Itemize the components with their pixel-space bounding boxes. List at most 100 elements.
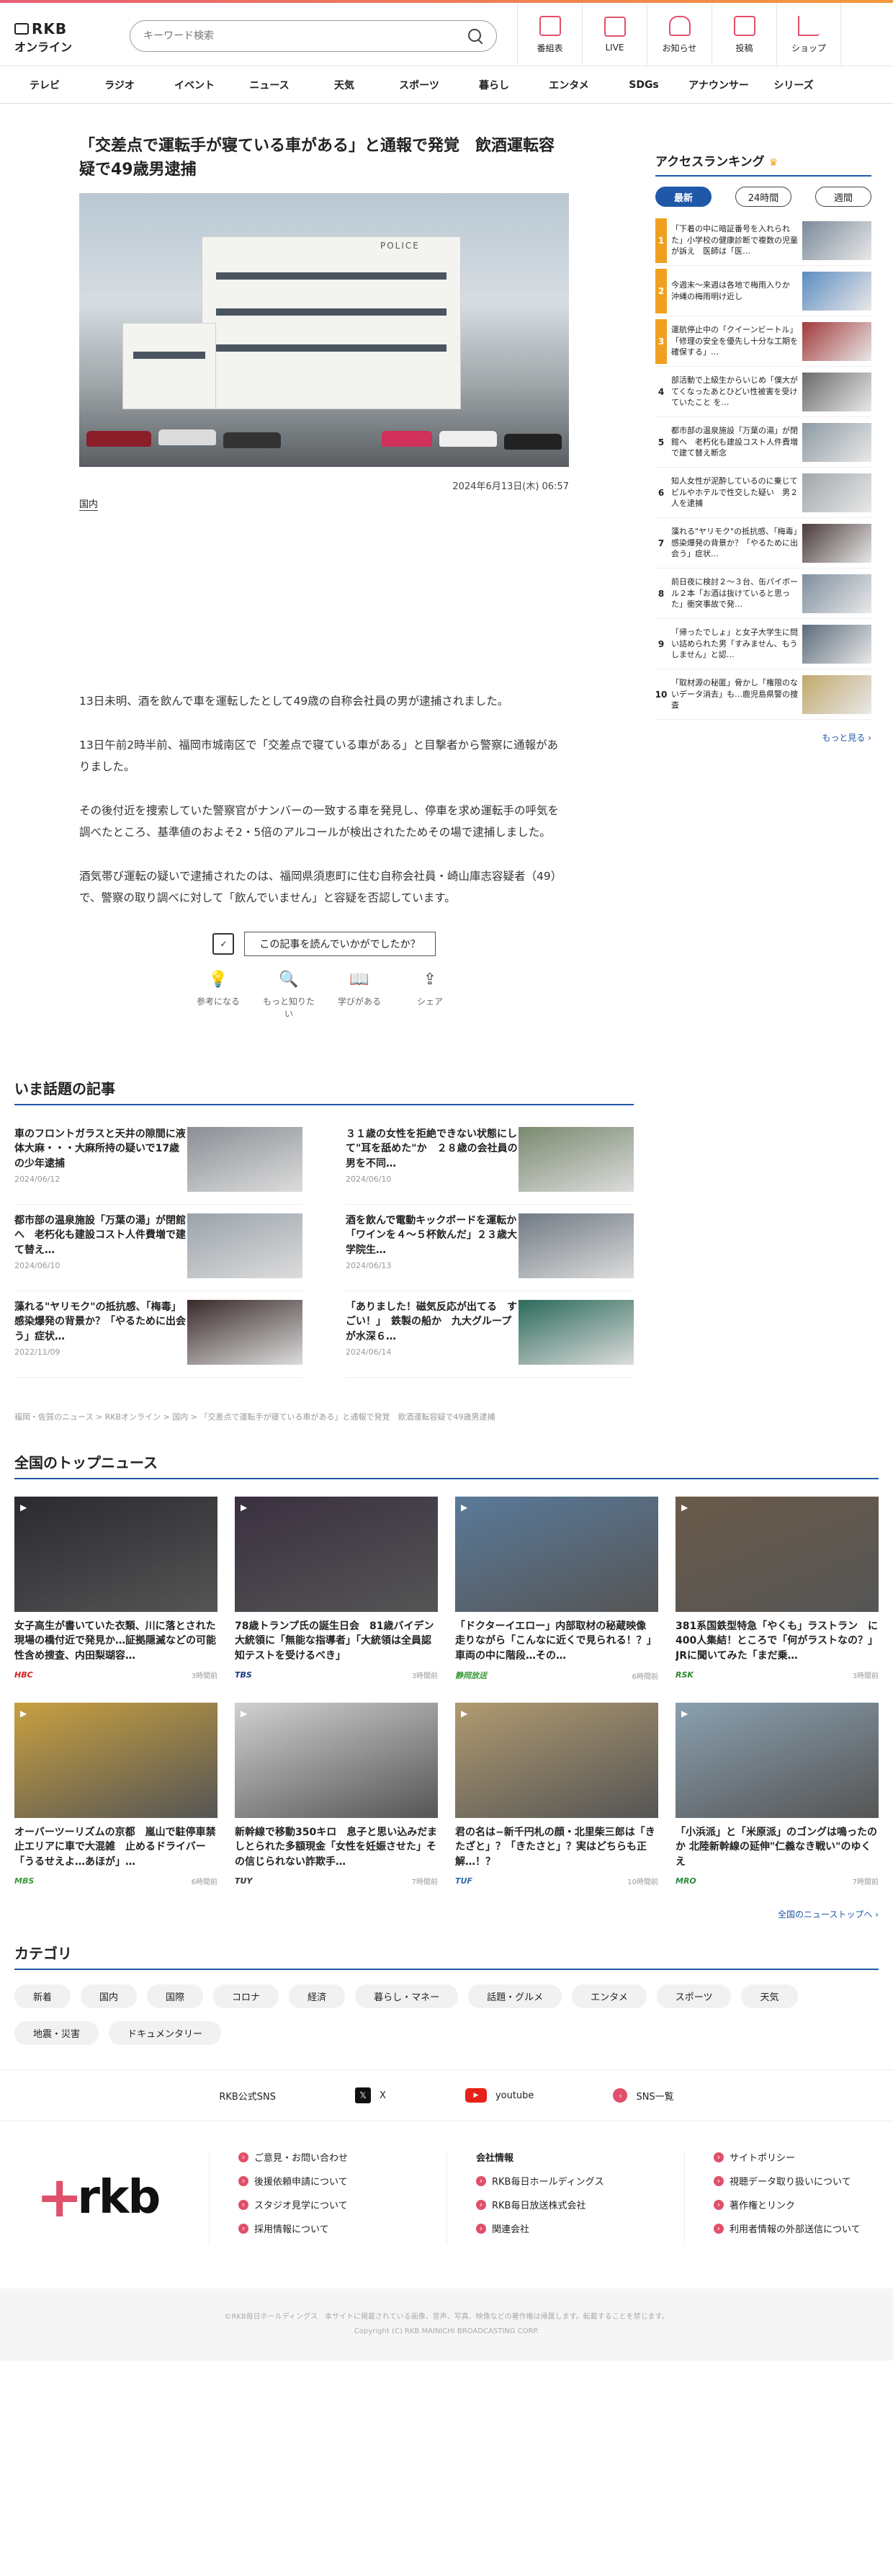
ranking-item[interactable]: 1 「下着の中に暗証番号を入れられた」小学校の健康診断で複数の児童が訴え 医師は「… <box>655 215 871 266</box>
footer-link[interactable]: ご意見・お問い合わせ <box>238 2150 418 2164</box>
national-more-link[interactable]: 全国のニューストップへ › <box>14 1908 879 1920</box>
category-nav-item[interactable]: ラジオ <box>82 78 157 92</box>
site-footer: +rkb ご意見・お問い合わせ後援依頼申請についてスタジオ見学について採用情報に… <box>0 2121 893 2288</box>
header-nav-pencil[interactable]: 投稿 <box>712 3 776 66</box>
national-headline: 381系国鉄型特急「やくも」ラストラン に400人集結！ところで「何がラストなの… <box>676 1621 878 1662</box>
trending-text-block: 「ありました！磁気反応が出てる すごい！」 鉄製の船か 九大グループが水深６… 2… <box>346 1300 519 1368</box>
footer-link[interactable]: サイトポリシー <box>714 2150 893 2164</box>
footer-link[interactable]: RKB毎日ホールディングス <box>476 2174 655 2188</box>
category-nav-item[interactable]: エンタメ <box>531 78 606 92</box>
category-nav-item[interactable]: SDGs <box>606 79 681 91</box>
header-nav-bell[interactable]: お知らせ <box>647 3 712 66</box>
category-chip[interactable]: 国際 <box>147 1984 204 2009</box>
play-icon: ▶ <box>681 1502 688 1513</box>
trending-item[interactable]: 車のフロントガラスと天井の隙間に液体大麻・・・大麻所持の疑いで17歳の少年逮捕 2… <box>14 1118 302 1205</box>
ranking-more-link[interactable]: もっと見る › <box>655 731 871 744</box>
reaction-magnifier-button[interactable]: 🔍 もっと知りたい <box>260 971 318 1020</box>
trending-headline: 酒を飲んで電動キックボードを運転か 「ワインを４〜５杯飲んだ」２３歳大学院生… <box>346 1215 526 1256</box>
category-chip[interactable]: 話題・グルメ <box>468 1984 562 2009</box>
sns-youtube-link[interactable]: ▶ youtube <box>465 2088 534 2103</box>
ranking-item[interactable]: 4 部活動で上級生からいじめ「僕大がてくなったあとひどい性被害を受けていたこと を… <box>655 367 871 417</box>
ranking-item[interactable]: 7 藻れる"ヤリモク"の抵抗感、「梅毒」感染爆発の背景か？「やるために出会う」症状… <box>655 518 871 569</box>
header-nav-calendar[interactable]: 番組表 <box>517 3 582 66</box>
header-nav-cart[interactable]: ショップ <box>776 3 841 66</box>
search-icon[interactable] <box>467 28 483 44</box>
trending-item[interactable]: 藻れる"ヤリモク"の抵抗感、「梅毒」感染爆発の背景か？「やるために出会う」症状…… <box>14 1291 302 1378</box>
category-nav-item[interactable]: スポーツ <box>382 78 457 92</box>
national-news-card[interactable]: ▶ 女子高生が書いていた衣類、川に落とされた現場の橋付近で発見か…証拠隠滅などの可… <box>14 1497 217 1681</box>
article-body: 13日未明、酒を飲んで車を運転したとして49歳の自称会社員の男が逮捕されました。… <box>79 691 569 909</box>
sns-x-link[interactable]: 𝕏X <box>355 2087 386 2104</box>
reaction-book-button[interactable]: 📖 学びがある <box>331 971 388 1020</box>
ranking-tab[interactable]: 24時間 <box>735 187 791 207</box>
ranking-item[interactable]: 9 「帰ったでしょ」と女子大学生に問い詰められた男「すみません、もうしません」と認… <box>655 619 871 669</box>
national-news-card[interactable]: ▶ 新幹線で移動350キロ 息子と思い込みだましとられた多額現金「女性を妊娠させた… <box>235 1703 438 1886</box>
ranking-tab[interactable]: 週間 <box>815 187 871 207</box>
footer-link[interactable]: 著作権とリンク <box>714 2198 893 2211</box>
category-nav-item[interactable]: イベント <box>157 78 232 92</box>
trending-title: いま話題の記事 <box>14 1077 634 1106</box>
footer-link[interactable]: 採用情報について <box>238 2221 418 2235</box>
x-icon: 𝕏 <box>355 2087 372 2104</box>
category-chip[interactable]: スポーツ <box>656 1984 732 2009</box>
play-icon: ▶ <box>461 1502 468 1513</box>
trending-item[interactable]: 都市部の温泉施設「万葉の湯」が閉館へ 老朽化も建設コスト人件費増で建て替え… 20… <box>14 1205 302 1292</box>
national-news-card[interactable]: ▶ 君の名は−新千円札の顔・北里柴三郎は「きたざと」？「きたさと」？実はどちらも正… <box>455 1703 658 1886</box>
national-news-card[interactable]: ▶ 「小浜派」と「米原派」のゴングは鳴ったのか 北陸新幹線の延伸"仁義なき戦い"の… <box>676 1703 879 1886</box>
reaction-lightbulb-button[interactable]: 💡 参考になる <box>189 971 247 1020</box>
trending-item[interactable]: 酒を飲んで電動キックボードを運転か 「ワインを４〜５杯飲んだ」２３歳大学院生… 2… <box>346 1205 634 1292</box>
national-source: HBC <box>14 1670 33 1680</box>
category-nav-item[interactable]: アナウンサー <box>681 78 756 92</box>
footer-link[interactable]: スタジオ見学について <box>238 2198 418 2211</box>
category-chip[interactable]: ドキュメンタリー <box>109 2021 222 2046</box>
ranking-item[interactable]: 6 知人女性が泥酔しているのに乗じてビルやホテルで性交した疑い 男２人を逮捕 <box>655 468 871 518</box>
trending-item[interactable]: 「ありました！磁気反応が出てる すごい！」 鉄製の船か 九大グループが水深６… 2… <box>346 1291 634 1378</box>
national-news-card[interactable]: ▶ 「ドクターイエロー」内部取材の秘蔵映像 走りながら「こんなに近くで見られる！？… <box>455 1497 658 1681</box>
national-news-card[interactable]: ▶ 78歳トランプ氏の誕生日会 81歳バイデン大統領に「無能な指導者」「大統領は全… <box>235 1497 438 1681</box>
footer-logo[interactable]: + rkb <box>36 2150 180 2245</box>
sns-all-link[interactable]: › SNS一覧 <box>613 2088 674 2103</box>
category-nav-item[interactable]: ニュース <box>232 78 307 92</box>
header-nav-live[interactable]: LIVE <box>582 3 647 66</box>
national-news-card[interactable]: ▶ 381系国鉄型特急「やくも」ラストラン に400人集結！ところで「何がラストな… <box>676 1497 879 1681</box>
trending-item[interactable]: ３１歳の女性を拒絶できない状態にして"耳を舐めた"か ２８歳の会社員の男を不同…… <box>346 1118 634 1205</box>
reaction-label: 参考になる <box>196 997 240 1007</box>
ranking-item[interactable]: 3 運航停止中の「クイーンビートル」「修理の安全を優先し十分な工期を確保する」… <box>655 316 871 367</box>
ranking-item[interactable]: 8 前日夜に検討２〜３台、缶パイボール２本「お酒は抜けていると思った」衝突事故で発… <box>655 569 871 619</box>
site-logo[interactable]: RKB オンライン <box>14 20 94 55</box>
copyright-area: ©RKB毎日ホールディングス 本サイトに掲載されている画像、音声、写真、映像など… <box>0 2288 893 2361</box>
site-header: RKB オンライン 番組表 LIVE お知らせ 投稿 ショップ <box>0 3 893 66</box>
category-chip[interactable]: 新着 <box>14 1984 71 2009</box>
ranking-item[interactable]: 10 「取材源の秘匿」脅かし「権限のないデータ消去」も…鹿児島県警の捜査 <box>655 669 871 720</box>
reaction-share-button[interactable]: ⇪ シェア <box>401 971 459 1020</box>
reaction-panel: ✓ この記事を読んでいかがでしたか？ 💡 参考になる 🔍 もっと知りたい 📖 学びがある ⇪… <box>79 932 569 1020</box>
search-input[interactable] <box>143 30 467 42</box>
category-chip[interactable]: 国内 <box>81 1984 138 2009</box>
category-nav-item[interactable]: 天気 <box>307 78 382 92</box>
footer-link[interactable]: 利用者情報の外部送信について <box>714 2221 893 2235</box>
category-chip[interactable]: 経済 <box>289 1984 346 2009</box>
ranking-item[interactable]: 2 今週末〜来週は各地で梅雨入りか 沖縄の梅雨明け近し <box>655 266 871 316</box>
footer-link[interactable]: 後援依頼申請について <box>238 2174 418 2188</box>
ranking-number: 1 <box>655 218 667 263</box>
category-nav-item[interactable]: 暮らし <box>457 78 531 92</box>
trending-text-block: ３１歳の女性を拒絶できない状態にして"耳を舐めた"か ２８歳の会社員の男を不同…… <box>346 1127 519 1195</box>
category-chip[interactable]: 天気 <box>741 1984 798 2009</box>
footer-link[interactable]: 視聴データ取り扱いについて <box>714 2174 893 2188</box>
category-chip[interactable]: コロナ <box>213 1984 279 2009</box>
sns-icon: › <box>613 2088 628 2103</box>
article-tag[interactable]: 国内 <box>79 496 99 511</box>
ranking-thumbnail <box>802 674 871 714</box>
category-chip[interactable]: 地震・災害 <box>14 2021 99 2046</box>
national-source: TUF <box>455 1876 472 1886</box>
category-chip[interactable]: 暮らし・マネー <box>355 1984 459 2009</box>
national-news-card[interactable]: ▶ オーバーツーリズムの京都 嵐山で駐停車禁止エリアに車で大混雑 止めるドライバー… <box>14 1703 217 1886</box>
category-chip[interactable]: エンタメ <box>572 1984 647 2009</box>
footer-link[interactable]: 関連会社 <box>476 2221 655 2235</box>
footer-link[interactable]: RKB毎日放送株式会社 <box>476 2198 655 2211</box>
ranking-tab[interactable]: 最新 <box>655 187 712 207</box>
category-nav-item[interactable]: シリーズ <box>756 78 831 92</box>
ranking-item[interactable]: 5 都市部の温泉施設「万葉の湯」が閉館へ 老朽化も建設コスト人件費増で建て替え断念 <box>655 417 871 468</box>
ranking-text: 前日夜に検討２〜３台、缶パイボール２本「お酒は抜けていると思った」衝突事故で発… <box>671 577 798 610</box>
category-nav-item[interactable]: テレビ <box>7 78 82 92</box>
